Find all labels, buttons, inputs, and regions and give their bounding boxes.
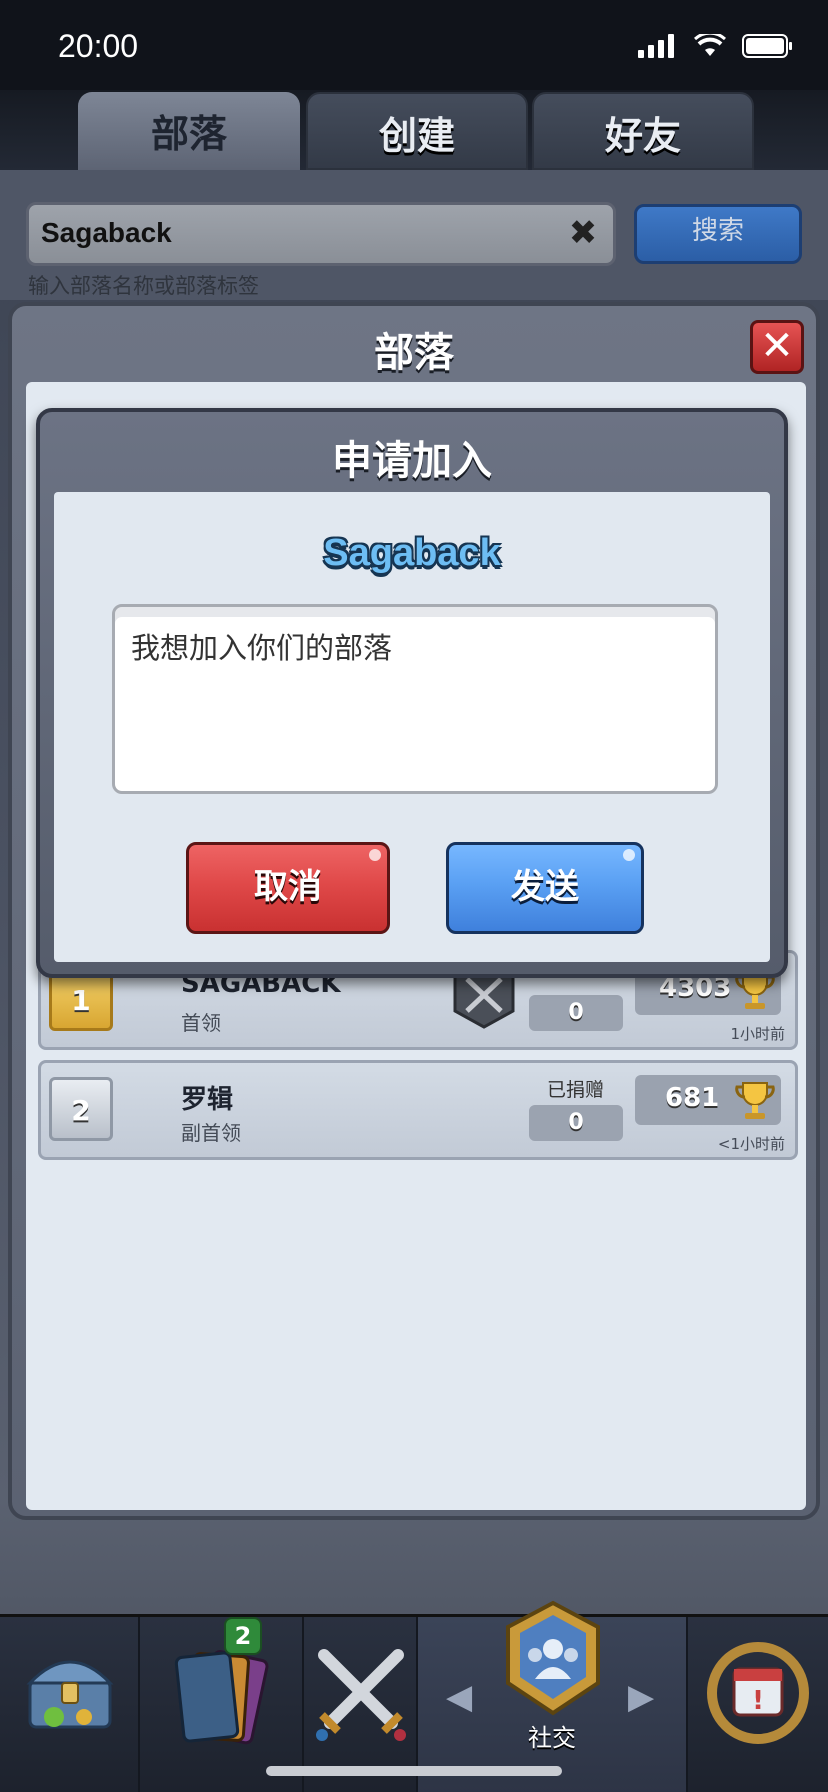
donated-value: 0 (529, 995, 623, 1031)
events-laurel-icon: ! (707, 1642, 809, 1744)
cancel-button[interactable]: 取消 (186, 842, 390, 934)
treasure-chest-icon (26, 1660, 114, 1729)
clear-icon[interactable]: ✖ (565, 215, 601, 251)
close-icon: ✕ (760, 323, 794, 369)
last-seen: <1小时前 (717, 1135, 785, 1153)
social-shield-icon (506, 1600, 600, 1716)
member-role: 副首领 (181, 1121, 241, 1145)
tab-friends[interactable]: 好友 (532, 92, 754, 170)
cards-icon (174, 1650, 269, 1745)
battery-icon (742, 34, 792, 58)
member-role: 首领 (181, 1011, 221, 1035)
button-shine (369, 849, 381, 861)
dialog-body: Sagaback 我想加入你们的部落 取消 发送 (54, 492, 770, 962)
button-shine (623, 849, 635, 861)
search-button[interactable]: 搜索 (634, 204, 802, 264)
clan-name: Sagaback (323, 532, 501, 574)
member-name: 罗辑 (181, 1085, 234, 1115)
status-bar: 20:00 (0, 0, 828, 90)
nav-left-arrow-icon[interactable]: ◀ (446, 1677, 472, 1717)
dialog-title: 申请加入 (332, 438, 492, 484)
trophy-box: 681 (635, 1075, 781, 1125)
donated-value: 0 (529, 1105, 623, 1141)
donated-label: 已捐赠 (547, 1079, 605, 1101)
home-indicator[interactable] (266, 1766, 562, 1776)
signal-icon (638, 34, 674, 58)
cards-badge: 2 (224, 1617, 262, 1655)
nav-shop[interactable] (0, 1617, 140, 1792)
nav-right-arrow-icon[interactable]: ▶ (628, 1677, 654, 1717)
wifi-icon (694, 34, 726, 56)
cancel-button-label: 取消 (254, 867, 322, 907)
send-button[interactable]: 发送 (446, 842, 644, 934)
nav-social-label: 社交 (528, 1724, 576, 1752)
tab-create[interactable]: 创建 (306, 92, 528, 170)
svg-text:!: ! (752, 1686, 764, 1716)
last-seen: 1小时前 (730, 1025, 785, 1043)
trophy-value: 681 (665, 1083, 720, 1113)
member-row[interactable]: 2 罗辑 副首领 已捐赠 0 681 <1小时前 (38, 1060, 798, 1160)
search-input[interactable]: Sagaback ✖ (26, 202, 616, 266)
status-time: 20:00 (58, 28, 139, 64)
send-button-label: 发送 (511, 867, 579, 907)
rank-badge: 2 (49, 1077, 113, 1141)
tab-clan[interactable]: 部落 (78, 92, 300, 170)
trophy-icon (735, 1082, 775, 1119)
crossed-swords-icon (316, 1649, 406, 1741)
clan-panel-title: 部落 (374, 330, 454, 376)
close-button[interactable]: ✕ (750, 320, 804, 374)
join-message-input[interactable]: 我想加入你们的部落 (112, 604, 718, 794)
join-request-dialog: 申请加入 Sagaback 我想加入你们的部落 取消 发送 (36, 408, 788, 978)
search-hint: 输入部落名称或部落标签 (28, 274, 259, 298)
search-value[interactable]: Sagaback (41, 217, 172, 249)
status-icons (638, 34, 794, 58)
nav-events[interactable]: ! (688, 1617, 828, 1792)
